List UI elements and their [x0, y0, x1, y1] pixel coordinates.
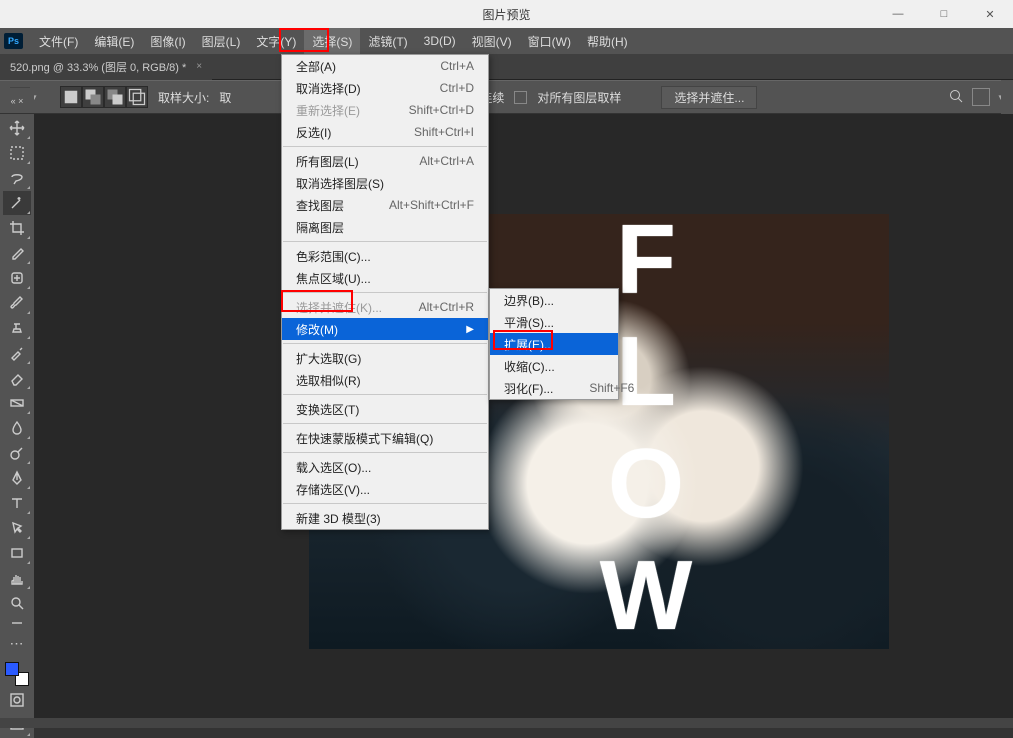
- selection-mode-add[interactable]: [82, 86, 104, 108]
- modify-submenu-item[interactable]: 扩展(E)...: [490, 333, 618, 355]
- all-layers-checkbox[interactable]: [514, 91, 527, 104]
- select-menu-item[interactable]: 焦点区域(U)...: [282, 267, 488, 289]
- modify-submenu-item[interactable]: 收缩(C)...: [490, 355, 618, 377]
- selection-mode-intersect[interactable]: [126, 86, 148, 108]
- menu-view[interactable]: 视图(V): [464, 28, 520, 54]
- zoom-tool[interactable]: [3, 591, 31, 615]
- hand-tool[interactable]: [3, 566, 31, 590]
- window-minimize-button[interactable]: —: [875, 0, 921, 28]
- window-title: 图片预览: [482, 6, 530, 23]
- crop-tool[interactable]: [3, 216, 31, 240]
- select-menu-item[interactable]: 反选(I)Shift+Ctrl+I: [282, 121, 488, 143]
- options-bar: ▾ 取样大小: 取 除锯齿 连续 对所有图层取样 选择并遮住... ▾: [0, 80, 1013, 114]
- select-menu-item[interactable]: 取消选择(D)Ctrl+D: [282, 77, 488, 99]
- canvas-area: FLOWERS: [34, 114, 1013, 718]
- modify-submenu-item[interactable]: 边界(B)...: [490, 289, 618, 311]
- menu-window[interactable]: 窗口(W): [520, 28, 579, 54]
- menu-3d[interactable]: 3D(D): [416, 28, 464, 54]
- eraser-tool[interactable]: [3, 366, 31, 390]
- select-menu-item[interactable]: 选取相似(R): [282, 369, 488, 391]
- edit-toolbar[interactable]: ⋯: [3, 631, 31, 655]
- modify-submenu-item[interactable]: 羽化(F)...Shift+F6: [490, 377, 618, 399]
- type-tool[interactable]: [3, 491, 31, 515]
- modify-submenu-item[interactable]: 平滑(S)...: [490, 311, 618, 333]
- select-menu-item[interactable]: 变换选区(T): [282, 398, 488, 420]
- menu-file[interactable]: 文件(F): [31, 28, 86, 54]
- select-menu-item[interactable]: 修改(M)▶: [282, 318, 488, 340]
- lasso-tool[interactable]: [3, 166, 31, 190]
- document-tabs: 520.png @ 33.3% (图层 0, RGB/8) * ×: [0, 54, 1013, 80]
- workspace-icon[interactable]: [972, 88, 990, 106]
- history-brush-tool[interactable]: [3, 341, 31, 365]
- document-tab-close[interactable]: ×: [196, 61, 202, 72]
- select-menu-item[interactable]: 存储选区(V)...: [282, 478, 488, 500]
- menu-select[interactable]: 选择(S): [304, 28, 360, 54]
- select-menu-item[interactable]: 取消选择图层(S): [282, 172, 488, 194]
- photoshop-logo: Ps: [4, 33, 23, 49]
- tools-collapse-strip[interactable]: « ×: [0, 88, 34, 114]
- menu-filter[interactable]: 滤镜(T): [360, 28, 415, 54]
- brush-tool[interactable]: [3, 291, 31, 315]
- clone-stamp-tool[interactable]: [3, 316, 31, 340]
- pen-tool[interactable]: [3, 466, 31, 490]
- move-tool[interactable]: [3, 116, 31, 140]
- modify-submenu: 边界(B)...平滑(S)...扩展(E)...收缩(C)...羽化(F)...…: [489, 288, 619, 400]
- sample-size-label: 取样大小:: [158, 89, 209, 106]
- select-menu-item[interactable]: 所有图层(L)Alt+Ctrl+A: [282, 150, 488, 172]
- selection-mode-group: [60, 86, 148, 108]
- window-close-button[interactable]: ✕: [967, 0, 1013, 28]
- tools-panel: ⋯: [0, 114, 34, 738]
- menu-layer[interactable]: 图层(L): [194, 28, 249, 54]
- select-menu-item[interactable]: 扩大选取(G): [282, 347, 488, 369]
- menu-type[interactable]: 文字(Y): [248, 28, 304, 54]
- select-menu-item[interactable]: 选择并遮住(K)...Alt+Ctrl+R: [282, 296, 488, 318]
- search-icon[interactable]: [948, 88, 964, 107]
- app-menubar: Ps 文件(F) 编辑(E) 图像(I) 图层(L) 文字(Y) 选择(S) 滤…: [0, 28, 1013, 54]
- blur-tool[interactable]: [3, 416, 31, 440]
- document-tab[interactable]: 520.png @ 33.3% (图层 0, RGB/8) * ×: [0, 54, 212, 80]
- select-menu-item[interactable]: 载入选区(O)...: [282, 456, 488, 478]
- status-bar: [0, 718, 1013, 728]
- eyedropper-tool[interactable]: [3, 241, 31, 265]
- rectangle-tool[interactable]: [3, 541, 31, 565]
- healing-brush-tool[interactable]: [3, 266, 31, 290]
- quick-mask-toggle[interactable]: [3, 688, 31, 712]
- path-selection-tool[interactable]: [3, 516, 31, 540]
- menu-image[interactable]: 图像(I): [142, 28, 193, 54]
- select-menu-item[interactable]: 色彩范围(C)...: [282, 245, 488, 267]
- window-maximize-button[interactable]: □: [921, 0, 967, 28]
- select-and-mask-button[interactable]: 选择并遮住...: [661, 86, 757, 109]
- sample-size-value[interactable]: 取: [219, 89, 231, 106]
- selection-mode-new[interactable]: [60, 86, 82, 108]
- selection-mode-subtract[interactable]: [104, 86, 126, 108]
- select-menu-item[interactable]: 新建 3D 模型(3): [282, 507, 488, 529]
- select-menu-item[interactable]: 查找图层Alt+Shift+Ctrl+F: [282, 194, 488, 216]
- gradient-tool[interactable]: [3, 391, 31, 415]
- marquee-tool[interactable]: [3, 141, 31, 165]
- menu-edit[interactable]: 编辑(E): [86, 28, 142, 54]
- foreground-color-swatch[interactable]: [5, 662, 19, 676]
- select-menu-dropdown: 全部(A)Ctrl+A取消选择(D)Ctrl+D重新选择(E)Shift+Ctr…: [281, 54, 489, 530]
- document-tab-label: 520.png @ 33.3% (图层 0, RGB/8) *: [10, 59, 186, 75]
- window-titlebar: 图片预览 — □ ✕: [0, 0, 1013, 28]
- foreground-background-colors[interactable]: [3, 660, 31, 688]
- select-menu-item[interactable]: 重新选择(E)Shift+Ctrl+D: [282, 99, 488, 121]
- canvas-text-layer: FLOWERS: [589, 214, 702, 649]
- tool-separator: [3, 616, 31, 630]
- select-menu-item[interactable]: 全部(A)Ctrl+A: [282, 55, 488, 77]
- select-menu-item[interactable]: 在快速蒙版模式下编辑(Q): [282, 427, 488, 449]
- select-menu-item[interactable]: 隔离图层: [282, 216, 488, 238]
- dodge-tool[interactable]: [3, 441, 31, 465]
- magic-wand-tool[interactable]: [3, 191, 31, 215]
- menu-help[interactable]: 帮助(H): [579, 28, 636, 54]
- all-layers-label: 对所有图层取样: [537, 89, 621, 106]
